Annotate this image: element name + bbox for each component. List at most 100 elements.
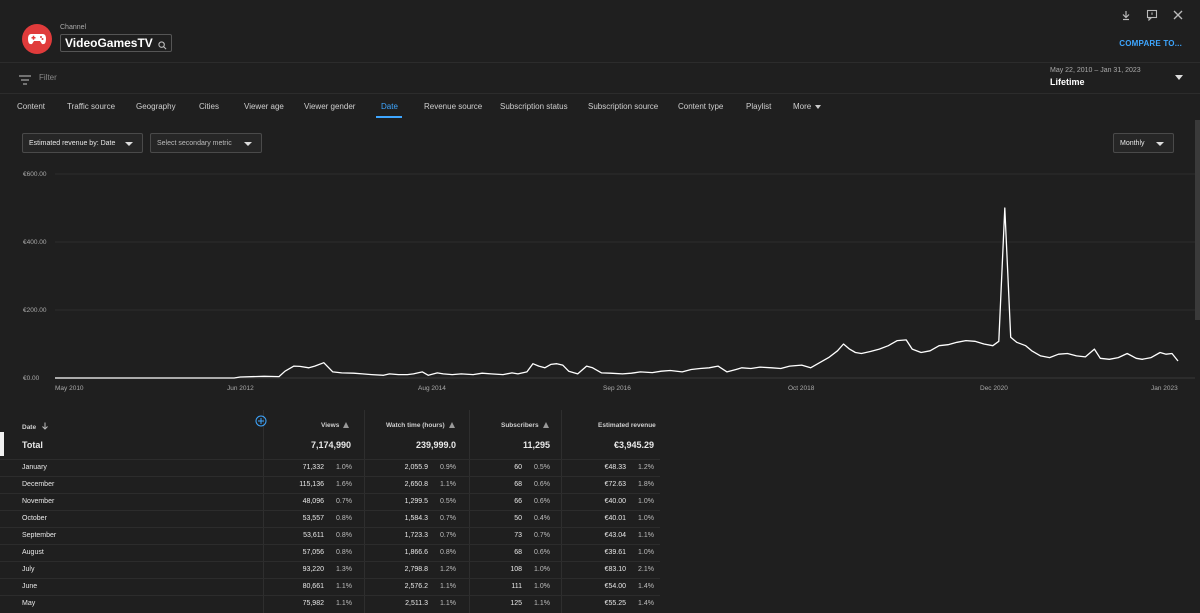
row-watch-time: 2,055.9 [404,464,428,471]
row-revenue-pct: 1.1% [638,532,654,539]
search-icon[interactable] [158,38,167,54]
tab-traffic-source[interactable]: Traffic source [67,102,115,111]
tab-subscription-source[interactable]: Subscription source [588,102,658,111]
x-tick-label: Jun 2012 [227,385,254,392]
tab-viewer-age[interactable]: Viewer age [244,102,284,111]
row-date: July [22,566,35,573]
header-views[interactable]: Views [321,422,350,429]
table-row[interactable]: June 80,661 1.1% 2,576.2 1.1% 111 1.0% €54.00 1.… [0,578,660,596]
row-views: 57,056 [302,549,324,556]
sort-down-icon [42,422,48,430]
row-revenue: €43.04 [604,532,626,539]
row-revenue: €40.01 [604,515,626,522]
close-icon[interactable] [1172,8,1184,20]
total-row-indicator [0,432,4,456]
x-tick-label: May 2010 [55,385,84,392]
tab-date[interactable]: Date [381,102,398,111]
row-watch-time: 1,299.5 [404,498,428,505]
channel-selector[interactable]: VideoGamesTV [60,34,172,52]
chevron-down-icon[interactable] [1175,75,1183,80]
row-date: August [22,549,44,556]
metric-select-label: Estimated revenue by: Date [29,140,116,147]
row-watch-pct: 0.8% [440,549,456,556]
total-subscribers: 11,295 [522,440,550,450]
secondary-metric-select[interactable]: Select secondary metric [150,133,262,153]
data-table: Date Views Watch time (hours) Subscriber… [0,410,1200,613]
row-views: 71,332 [302,464,324,471]
tab-content-type[interactable]: Content type [678,102,723,111]
row-date: January [22,464,47,471]
scrollbar[interactable] [1195,120,1200,320]
table-row[interactable]: May 75,982 1.1% 2,511.3 1.1% 125 1.1% €55.25 1.4… [0,595,660,613]
active-tab-indicator [376,116,402,118]
row-watch-time: 2,511.3 [405,600,428,607]
row-subscribers: 68 [514,549,522,556]
row-views-pct: 0.7% [336,498,352,505]
avatar[interactable] [22,24,52,54]
table-row[interactable]: December 115,136 1.6% 2,650.8 1.1% 68 0.6% €72.… [0,476,660,494]
y-tick-label: €600.00 [23,171,47,178]
row-date: June [22,583,38,590]
table-row[interactable]: November 48,096 0.7% 1,299.5 0.5% 66 0.6% €40.0… [0,493,660,511]
row-watch-time: 2,576.2 [404,583,428,590]
row-views-pct: 0.8% [336,515,352,522]
compare-to-button[interactable]: COMPARE TO... [1119,39,1182,48]
header-revenue[interactable]: Estimated revenue [598,422,656,429]
header-watch-time[interactable]: Watch time (hours) [386,422,455,429]
add-column-icon[interactable] [255,414,267,432]
row-subscribers: 111 [511,583,522,590]
row-revenue: €83.10 [604,566,626,573]
row-views: 53,611 [303,532,324,539]
warning-icon [343,422,350,428]
table-row[interactable]: July 93,220 1.3% 2,798.8 1.2% 108 1.0% €83.10 2.… [0,561,660,579]
row-watch-pct: 1.1% [440,600,456,607]
chevron-down-icon [244,142,252,146]
tab-more[interactable]: More [793,102,822,111]
row-watch-time: 1,866.6 [404,549,428,556]
row-revenue: €40.00 [604,498,626,505]
row-views-pct: 1.1% [336,583,352,590]
row-watch-pct: 0.7% [440,515,456,522]
tab-viewer-gender[interactable]: Viewer gender [304,102,355,111]
feedback-icon[interactable] [1146,8,1158,22]
tab-subscription-status[interactable]: Subscription status [500,102,568,111]
filter-icon[interactable] [19,72,31,90]
row-views-pct: 1.3% [336,566,352,573]
row-revenue-pct: 1.2% [638,464,654,471]
y-tick-label: €400.00 [23,239,47,246]
table-row[interactable]: August 57,056 0.8% 1,866.6 0.8% 68 0.6% €39.61 1… [0,544,660,562]
row-subs-pct: 0.7% [534,532,550,539]
table-row[interactable]: September 53,611 0.8% 1,723.3 0.7% 73 0.7% €43.… [0,527,660,545]
tab-geography[interactable]: Geography [136,102,176,111]
row-watch-time: 1,584.3 [404,515,428,522]
tab-revenue-source[interactable]: Revenue source [424,102,482,111]
filter-input[interactable]: Filter [39,73,57,82]
row-watch-time: 2,650.8 [404,481,428,488]
row-views-pct: 1.6% [336,481,352,488]
row-subscribers: 125 [510,600,522,607]
row-watch-pct: 0.7% [440,532,456,539]
metric-select[interactable]: Estimated revenue by: Date [22,133,143,153]
row-revenue: €39.61 [604,549,626,556]
chevron-down-icon [1156,142,1164,146]
row-views: 53,557 [302,515,324,522]
row-views-pct: 0.8% [336,549,352,556]
tab-content[interactable]: Content [17,102,45,111]
row-subs-pct: 0.6% [534,498,550,505]
header-subscribers[interactable]: Subscribers [501,422,549,429]
tab-playlist[interactable]: Playlist [746,102,771,111]
date-range-selector[interactable]: Lifetime [1050,77,1085,87]
warning-icon [448,422,455,428]
header-date[interactable]: Date [22,422,49,431]
download-icon[interactable] [1120,8,1132,21]
row-revenue-pct: 1.4% [638,600,654,607]
tab-cities[interactable]: Cities [199,102,219,111]
revenue-series-line[interactable] [55,207,1179,379]
table-row[interactable]: October 53,557 0.8% 1,584.3 0.7% 50 0.4% €40.01… [0,510,660,528]
interval-select[interactable]: Monthly [1113,133,1174,153]
interval-select-label: Monthly [1120,140,1145,147]
total-views: 7,174,990 [310,440,351,450]
table-row[interactable]: January 71,332 1.0% 2,055.9 0.9% 60 0.5% €48.33… [0,459,660,477]
x-tick-label: Sep 2016 [603,385,631,392]
row-revenue-pct: 1.8% [638,481,654,488]
